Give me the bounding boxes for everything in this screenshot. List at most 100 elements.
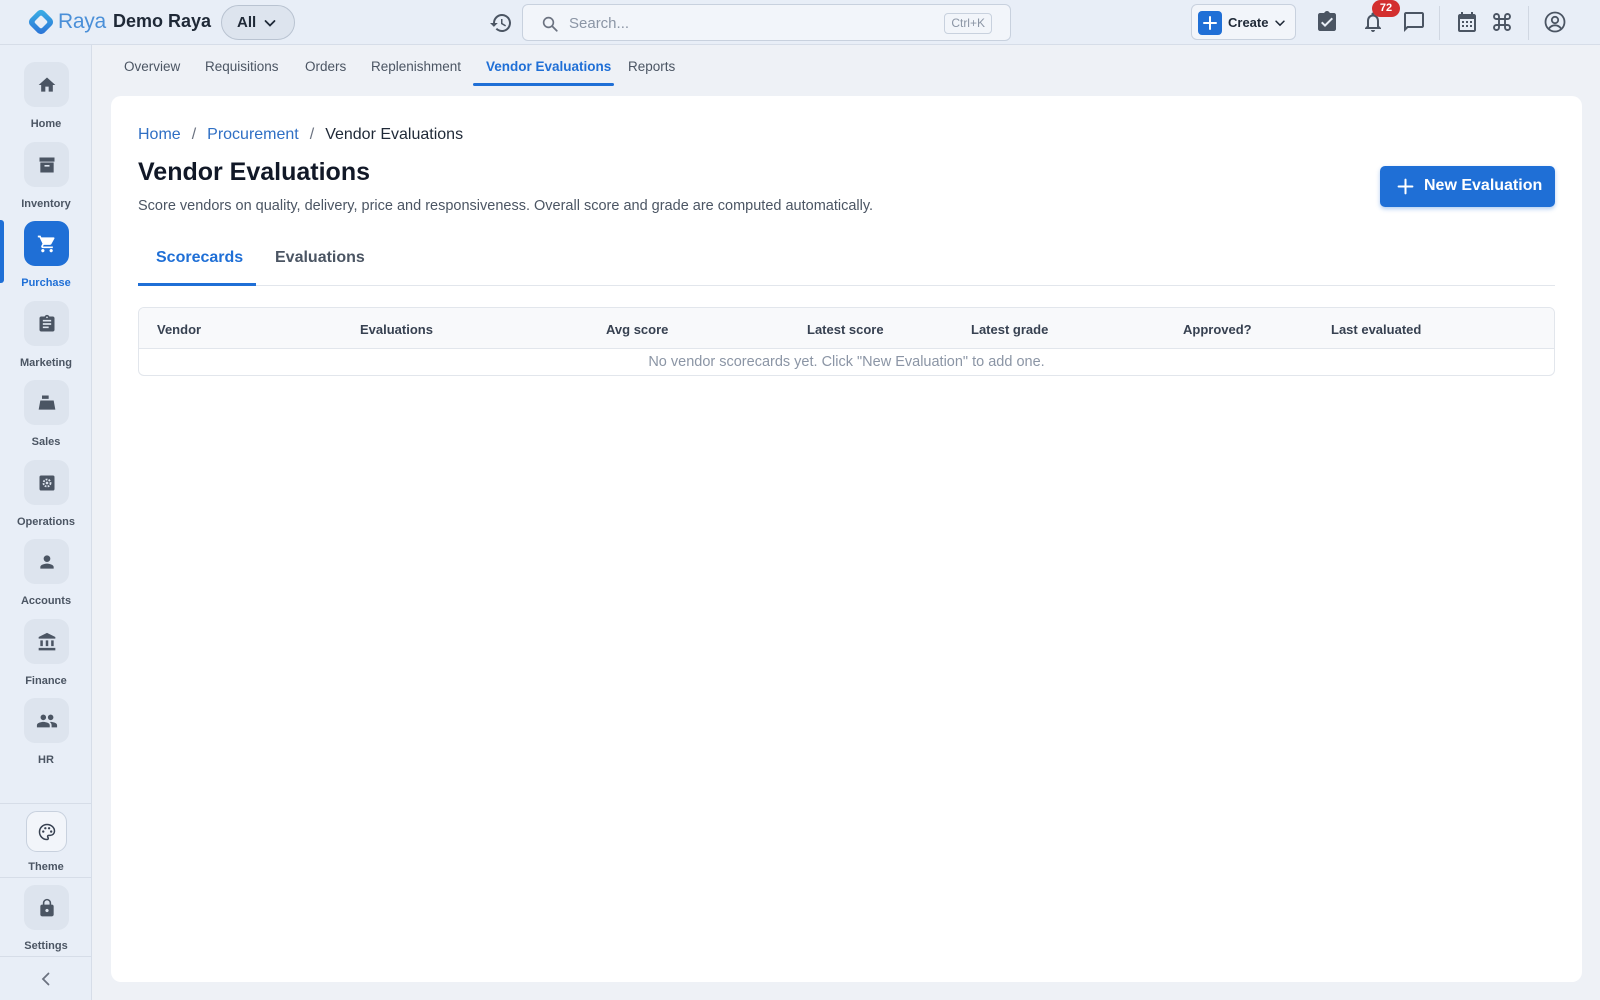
sidebar-item-label: Accounts xyxy=(20,595,72,607)
column-header-evaluations[interactable]: Evaluations xyxy=(360,322,433,337)
search-shortcut-hint: Ctrl+K xyxy=(944,13,992,34)
plus-icon xyxy=(1397,178,1414,195)
module-subnav: Overview Requisitions Orders Replenishme… xyxy=(92,45,1600,88)
chevron-left-icon[interactable] xyxy=(36,969,56,989)
command-icon[interactable] xyxy=(1490,10,1514,34)
page-title: Vendor Evaluations xyxy=(138,158,371,186)
scope-select-value: All xyxy=(237,14,257,31)
marketing-tile xyxy=(24,301,69,346)
breadcrumb-procurement[interactable]: Procurement xyxy=(207,126,299,144)
sidebar-item-hr[interactable]: HR xyxy=(0,698,92,776)
chevron-down-icon xyxy=(1275,20,1285,27)
plus-icon xyxy=(1198,11,1222,35)
sidebar-item-home[interactable]: Home xyxy=(0,62,92,140)
sidebar-item-inventory[interactable]: Inventory xyxy=(0,142,92,220)
toolbar-divider xyxy=(1439,6,1440,40)
column-header-last-evaluated[interactable]: Last evaluated xyxy=(1331,322,1421,337)
home-tile xyxy=(24,62,69,107)
new-evaluation-button[interactable]: New Evaluation xyxy=(1380,166,1555,207)
sidebar-item-label: Sales xyxy=(31,436,61,448)
calendar-icon[interactable] xyxy=(1455,10,1479,34)
cash-register-icon xyxy=(38,395,55,410)
subnav-tab-overview[interactable]: Overview xyxy=(124,59,180,74)
notification-badge: 72 xyxy=(1372,0,1400,17)
page-description: Score vendors on quality, delivery, pric… xyxy=(138,198,874,214)
sidebar-item-sales[interactable]: Sales xyxy=(0,380,92,458)
column-header-vendor[interactable]: Vendor xyxy=(157,322,201,337)
create-button[interactable]: Create xyxy=(1191,4,1296,40)
table-empty-message: No vendor scorecards yet. Click "New Eva… xyxy=(648,354,1045,370)
breadcrumb-separator: / xyxy=(309,126,315,143)
accounts-tile xyxy=(24,539,69,584)
sidebar-item-label: Inventory xyxy=(21,198,71,210)
sidebar-item-accounts[interactable]: Accounts xyxy=(0,539,92,617)
global-search[interactable]: Ctrl+K xyxy=(522,4,1011,41)
gear-box-icon xyxy=(39,475,54,490)
sidebar: Home Inventory Purchase Marketing Sales … xyxy=(0,45,92,1000)
raya-logo-icon xyxy=(28,9,54,35)
settings-tile xyxy=(24,885,69,930)
new-evaluation-button-label: New Evaluation xyxy=(1424,177,1543,194)
column-header-latest-grade[interactable]: Latest grade xyxy=(971,322,1048,337)
bank-icon xyxy=(38,632,55,650)
sidebar-item-label: HR xyxy=(38,754,54,766)
breadcrumb-separator: / xyxy=(191,126,197,143)
hr-tile xyxy=(24,698,69,743)
tab-evaluations[interactable]: Evaluations xyxy=(275,249,365,267)
home-icon xyxy=(38,77,55,92)
sidebar-item-finance[interactable]: Finance xyxy=(0,619,92,697)
archive-icon xyxy=(39,157,54,172)
operations-tile xyxy=(24,460,69,505)
scope-select[interactable]: All xyxy=(221,5,295,40)
column-header-approved[interactable]: Approved? xyxy=(1183,322,1252,337)
subnav-tab-reports[interactable]: Reports xyxy=(628,59,675,74)
sidebar-item-operations[interactable]: Operations xyxy=(0,460,92,538)
account-circle-icon[interactable] xyxy=(1543,10,1567,34)
subnav-tab-vendor-evaluations[interactable]: Vendor Evaluations xyxy=(486,59,611,74)
company-name: Demo Raya xyxy=(113,11,212,31)
sidebar-item-label: Purchase xyxy=(21,277,71,289)
subnav-tab-orders[interactable]: Orders xyxy=(305,59,346,74)
column-header-avg-score[interactable]: Avg score xyxy=(606,322,668,337)
scorecards-table: Vendor Evaluations Avg score Latest scor… xyxy=(138,307,1555,376)
sidebar-item-label: Finance xyxy=(25,675,67,687)
sales-tile xyxy=(24,380,69,425)
sidebar-item-purchase[interactable]: Purchase xyxy=(0,220,92,299)
sidebar-item-settings[interactable]: Settings xyxy=(0,885,92,963)
sidebar-item-marketing[interactable]: Marketing xyxy=(0,301,92,379)
finance-tile xyxy=(24,619,69,664)
sidebar-item-label: Theme xyxy=(28,861,64,873)
brand-name: Raya xyxy=(58,10,106,33)
subnav-tab-requisitions[interactable]: Requisitions xyxy=(205,59,279,74)
tab-scorecards[interactable]: Scorecards xyxy=(156,249,243,267)
brand-logo-link[interactable]: Raya xyxy=(26,7,106,37)
search-icon xyxy=(542,16,558,32)
palette-icon xyxy=(38,823,55,840)
cart-icon xyxy=(37,235,55,252)
theme-tile xyxy=(26,811,67,852)
sidebar-divider xyxy=(0,877,92,878)
lock-icon xyxy=(39,898,54,916)
clipboard-icon xyxy=(39,314,54,331)
sidebar-item-label: Operations xyxy=(16,516,76,528)
breadcrumb-home[interactable]: Home xyxy=(138,126,181,144)
sidebar-item-label: Home xyxy=(30,118,62,130)
breadcrumb: Home / Procurement / Vendor Evaluations xyxy=(138,126,463,144)
chat-icon[interactable] xyxy=(1402,10,1426,34)
purchase-tile xyxy=(24,221,69,266)
sidebar-item-label: Marketing xyxy=(20,357,72,369)
create-button-label: Create xyxy=(1228,15,1269,30)
column-header-latest-score[interactable]: Latest score xyxy=(807,322,884,337)
toolbar-divider xyxy=(1528,6,1529,40)
history-icon[interactable] xyxy=(489,11,513,35)
people-icon xyxy=(36,714,57,727)
content-card: Home / Procurement / Vendor Evaluations … xyxy=(111,96,1582,982)
subnav-tab-replenishment[interactable]: Replenishment xyxy=(371,59,461,74)
sidebar-divider xyxy=(0,956,92,957)
chevron-down-icon xyxy=(264,20,276,27)
search-input[interactable] xyxy=(569,12,929,34)
breadcrumb-current: Vendor Evaluations xyxy=(325,126,464,143)
sidebar-divider xyxy=(0,803,92,804)
sidebar-item-label: Settings xyxy=(24,940,68,952)
tasks-check-icon[interactable] xyxy=(1315,10,1339,34)
